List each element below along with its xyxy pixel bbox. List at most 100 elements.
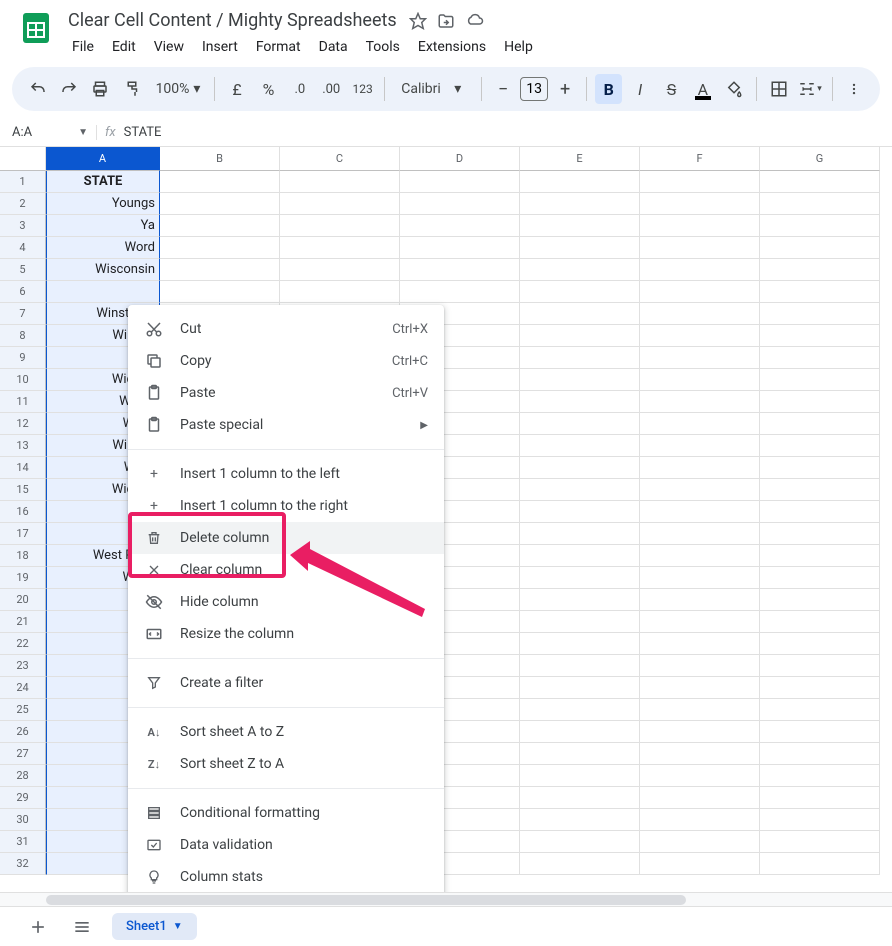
cm-create-filter[interactable]: Create a filter (128, 667, 444, 699)
cell[interactable] (520, 435, 640, 457)
cell[interactable] (640, 677, 760, 699)
cell[interactable] (280, 193, 400, 215)
increase-font-size-button[interactable]: + (552, 76, 578, 102)
cell[interactable] (640, 303, 760, 325)
row-header[interactable]: 14 (0, 457, 46, 479)
cell[interactable] (640, 567, 760, 589)
cm-delete-column[interactable]: Delete column (128, 522, 444, 554)
cell[interactable] (640, 347, 760, 369)
cell[interactable] (520, 259, 640, 281)
decrease-decimal-button[interactable]: .0 (286, 74, 313, 104)
cell[interactable] (280, 281, 400, 303)
row-header[interactable]: 2 (0, 193, 46, 215)
column-header-a[interactable]: A (46, 147, 160, 171)
row-header[interactable]: 27 (0, 743, 46, 765)
cell[interactable] (760, 787, 880, 809)
menu-extensions[interactable]: Extensions (410, 35, 494, 59)
row-header[interactable]: 23 (0, 655, 46, 677)
row-header[interactable]: 26 (0, 721, 46, 743)
horizontal-scrollbar[interactable] (0, 892, 892, 906)
cell[interactable] (760, 677, 880, 699)
undo-button[interactable] (24, 74, 51, 104)
cell[interactable]: Wisconsin (46, 259, 160, 281)
cell[interactable] (640, 545, 760, 567)
row-header[interactable]: 32 (0, 853, 46, 875)
print-button[interactable] (87, 74, 114, 104)
cm-hide-column[interactable]: Hide column (128, 586, 444, 618)
cm-clear-column[interactable]: Clear column (128, 554, 444, 586)
cm-column-stats[interactable]: Column stats (128, 861, 444, 892)
cell[interactable] (640, 193, 760, 215)
cell[interactable] (520, 721, 640, 743)
cell[interactable]: Youngs (46, 193, 160, 215)
cell[interactable] (640, 391, 760, 413)
row-header[interactable]: 25 (0, 699, 46, 721)
cm-conditional-formatting[interactable]: Conditional formatting (128, 797, 444, 829)
cell[interactable] (640, 853, 760, 875)
fill-color-button[interactable] (721, 74, 748, 104)
menu-edit[interactable]: Edit (104, 35, 144, 59)
cell[interactable] (520, 545, 640, 567)
cm-sort-za[interactable]: Z↓Sort sheet Z to A (128, 748, 444, 780)
cell[interactable] (760, 325, 880, 347)
cell[interactable] (160, 259, 280, 281)
formula-bar[interactable]: STATE (124, 125, 162, 140)
cell[interactable] (640, 435, 760, 457)
cell[interactable] (280, 259, 400, 281)
cell[interactable] (520, 325, 640, 347)
cell[interactable] (760, 611, 880, 633)
cell[interactable] (640, 215, 760, 237)
cell[interactable] (160, 237, 280, 259)
cell[interactable] (520, 809, 640, 831)
cm-sort-az[interactable]: A↓Sort sheet A to Z (128, 716, 444, 748)
row-header[interactable]: 9 (0, 347, 46, 369)
column-header-e[interactable]: E (520, 147, 640, 171)
column-header-c[interactable]: C (280, 147, 400, 171)
cell[interactable] (760, 743, 880, 765)
cell[interactable] (640, 787, 760, 809)
menu-insert[interactable]: Insert (194, 35, 246, 59)
cell[interactable] (520, 633, 640, 655)
currency-button[interactable]: £ (223, 74, 250, 104)
cell[interactable] (520, 765, 640, 787)
decrease-font-size-button[interactable]: − (490, 76, 516, 102)
cell[interactable] (760, 193, 880, 215)
cell[interactable] (520, 281, 640, 303)
cell[interactable] (640, 831, 760, 853)
cell[interactable] (520, 567, 640, 589)
cell[interactable] (760, 501, 880, 523)
menu-view[interactable]: View (146, 35, 192, 59)
cell[interactable] (640, 171, 760, 193)
cell[interactable] (760, 457, 880, 479)
cell[interactable] (640, 743, 760, 765)
cell[interactable] (640, 589, 760, 611)
cell[interactable] (520, 171, 640, 193)
cell[interactable] (520, 655, 640, 677)
cell[interactable]: Word (46, 237, 160, 259)
cell[interactable] (760, 721, 880, 743)
row-header[interactable]: 16 (0, 501, 46, 523)
row-header[interactable]: 4 (0, 237, 46, 259)
cell[interactable] (520, 589, 640, 611)
font-size-input[interactable] (520, 77, 548, 101)
cell[interactable] (760, 413, 880, 435)
cell[interactable] (760, 303, 880, 325)
cell[interactable] (760, 809, 880, 831)
column-header-g[interactable]: G (760, 147, 880, 171)
cm-paste-special[interactable]: Paste special▶ (128, 409, 444, 441)
menu-format[interactable]: Format (248, 35, 309, 59)
cell[interactable] (760, 259, 880, 281)
cm-paste[interactable]: PasteCtrl+V (128, 377, 444, 409)
cell[interactable] (760, 831, 880, 853)
cell[interactable] (760, 545, 880, 567)
sheet-tab-dropdown-icon[interactable]: ▼ (173, 921, 183, 932)
cell[interactable] (640, 633, 760, 655)
cell[interactable]: Ya (46, 215, 160, 237)
cell[interactable] (760, 237, 880, 259)
cm-cut[interactable]: CutCtrl+X (128, 313, 444, 345)
move-icon[interactable] (437, 12, 455, 30)
cell[interactable] (160, 281, 280, 303)
cell[interactable] (520, 391, 640, 413)
name-box[interactable]: A:A▼ (0, 125, 96, 140)
zoom-dropdown[interactable]: 100% ▾ (150, 81, 207, 97)
